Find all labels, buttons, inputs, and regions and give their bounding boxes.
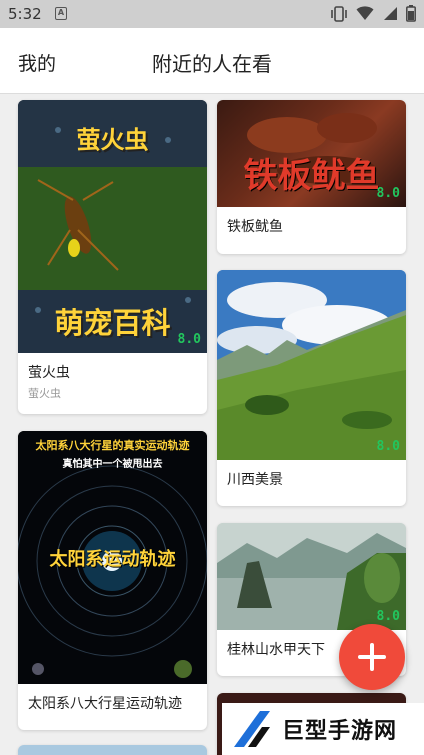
notification-icon: A [55,7,67,20]
status-bar: 5:32 A [0,0,424,28]
video-card-partial-left[interactable] [18,745,207,755]
card-subtitle: 萤火虫 [28,387,61,400]
rating-badge: 8.0 [376,439,400,454]
page-title: 附近的人在看 [152,52,272,76]
watermark: 巨型手游网 [222,703,424,755]
vibrate-icon [331,5,347,22]
rating-badge: 8.0 [376,609,400,624]
signal-icon [384,7,397,20]
card-caption: 萤火虫 [28,365,70,381]
rating-badge: 8.0 [376,186,400,201]
video-card-firefly[interactable]: 萤火虫 萌宠百科 8.0 萤火虫 萤火虫 [18,100,207,414]
wifi-icon [356,6,374,20]
thumbnail-title-mid: 太阳系运动轨迹 [49,549,176,570]
battery-icon [406,5,416,22]
card-caption: 铁板鱿鱼 [227,219,283,235]
thumbnail: 铁板鱿鱼 8.0 [217,100,406,207]
thumbnail-subtitle: 真怕其中一个被甩出去 [62,459,163,470]
app-header: 附近的人在看 我的 [0,28,424,94]
card-caption: 太阳系八大行星运动轨迹 [28,696,182,712]
logo-icon [234,711,270,747]
thumbnail: 8.0 [217,270,406,460]
thumbnail: 萤火虫 萌宠百科 8.0 [18,100,207,353]
thumbnail-title-top: 太阳系八大行星的真实运动轨迹 [35,439,190,452]
status-time: 5:32 [8,5,42,23]
tab-my[interactable]: 我的 [18,49,56,76]
video-card-squid[interactable]: 铁板鱿鱼 8.0 铁板鱿鱼 [217,100,406,254]
thumbnail-title-top: 萤火虫 [76,126,149,154]
add-button[interactable] [339,624,405,690]
plus-icon [358,643,386,671]
landscape-illustration [217,270,406,460]
watermark-text: 巨型手游网 [282,719,398,744]
video-card-solar-system[interactable]: 太阳系八大行星的真实运动轨迹 真怕其中一个被甩出去 太阳系运动轨迹 太阳系八大行… [18,431,207,730]
video-card-chuanxi[interactable]: 8.0 川西美景 [217,270,406,506]
thumbnail: 8.0 [217,523,406,630]
card-caption: 川西美景 [227,472,283,488]
thumbnail: 太阳系八大行星的真实运动轨迹 真怕其中一个被甩出去 太阳系运动轨迹 [18,431,207,684]
rating-badge: 8.0 [177,332,201,347]
